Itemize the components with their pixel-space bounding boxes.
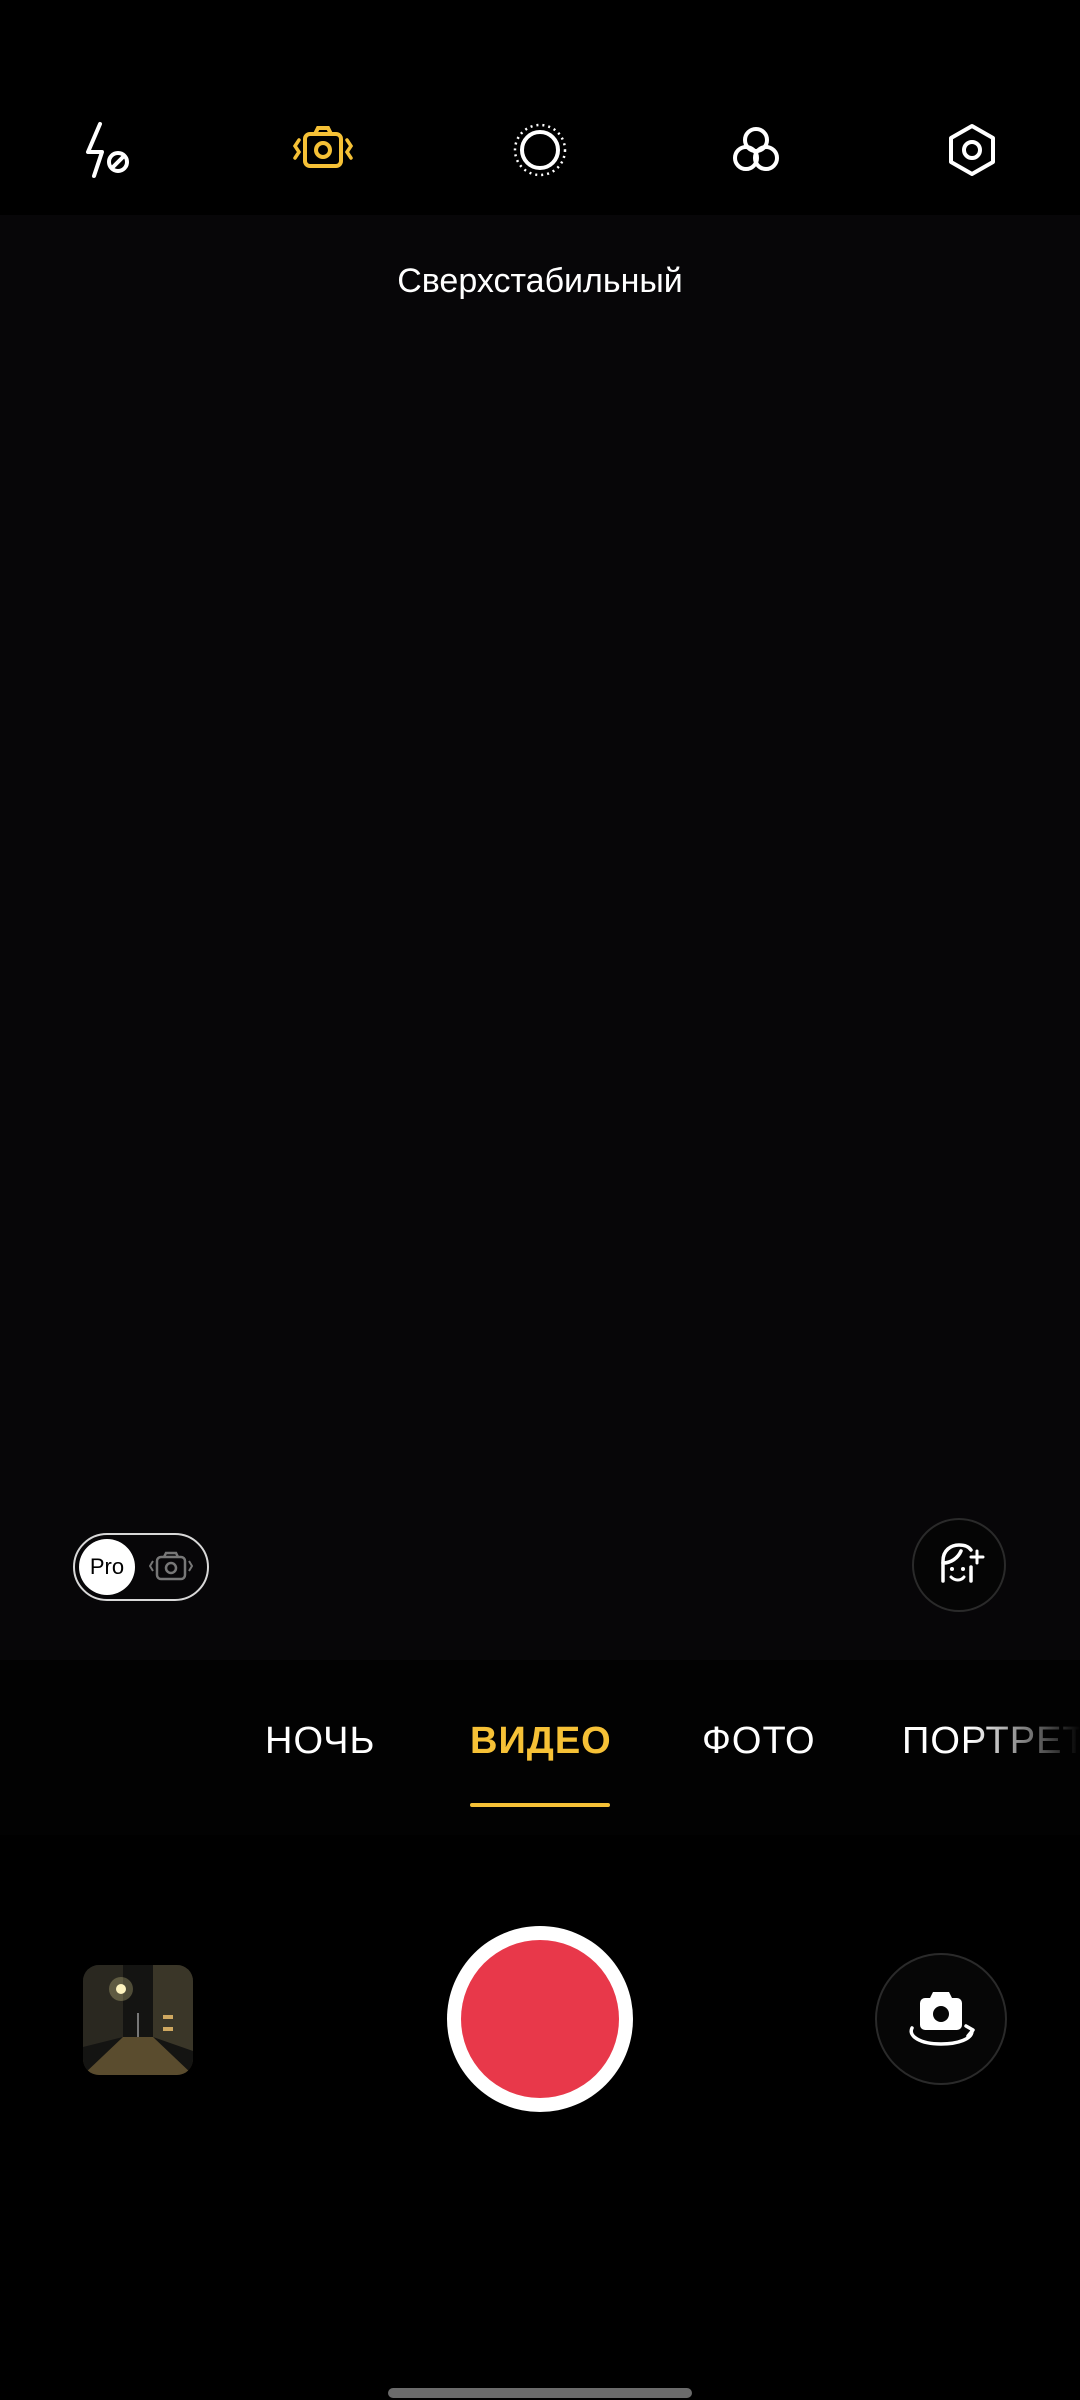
filter-button[interactable]: [716, 110, 796, 190]
gallery-preview-image: [83, 1965, 193, 2075]
settings-icon: [949, 124, 995, 176]
mode-fade-edge: [970, 1660, 1080, 1835]
light-ring-icon: [513, 123, 567, 177]
bottom-controls: [0, 1835, 1080, 2135]
settings-button[interactable]: [932, 110, 1012, 190]
filter-icon: [733, 127, 779, 171]
stabilization-icon: [292, 126, 354, 168]
beauty-button[interactable]: [912, 1518, 1006, 1612]
home-indicator[interactable]: [388, 2388, 692, 2398]
gallery-thumbnail[interactable]: [83, 1965, 193, 2075]
stabilization-small-icon: [149, 1551, 193, 1581]
flash-off-button[interactable]: [68, 110, 148, 190]
mode-night[interactable]: НОЧЬ: [265, 1720, 375, 1763]
mode-video[interactable]: ВИДЕО: [470, 1720, 612, 1763]
switch-camera-icon: [909, 1992, 975, 2046]
navigation-area: [0, 2135, 1080, 2400]
camera-screen: Сверхстабильный Pro НОЧЬ ВИДЕО ФОТО ПОРТ…: [0, 0, 1080, 2400]
stabilization-button[interactable]: [283, 110, 363, 190]
pro-knob: Pro: [79, 1539, 135, 1595]
viewfinder[interactable]: [0, 215, 1080, 1660]
switch-camera-button[interactable]: [875, 1953, 1007, 2085]
beauty-face-icon: [941, 1543, 985, 1583]
flash-off-icon: [86, 122, 129, 178]
mode-selected-underline: [470, 1803, 610, 1807]
mode-selector: НОЧЬ ВИДЕО ФОТО ПОРТРЕТ: [0, 1660, 1080, 1835]
mode-photo[interactable]: ФОТО: [702, 1720, 816, 1763]
record-button[interactable]: [447, 1926, 633, 2112]
mode-hint: Сверхстабильный: [397, 262, 683, 300]
top-toolbar: [0, 0, 1080, 215]
record-button-core: [461, 1940, 619, 2098]
pro-toggle[interactable]: Pro: [73, 1533, 209, 1601]
light-ring-button[interactable]: [500, 110, 580, 190]
